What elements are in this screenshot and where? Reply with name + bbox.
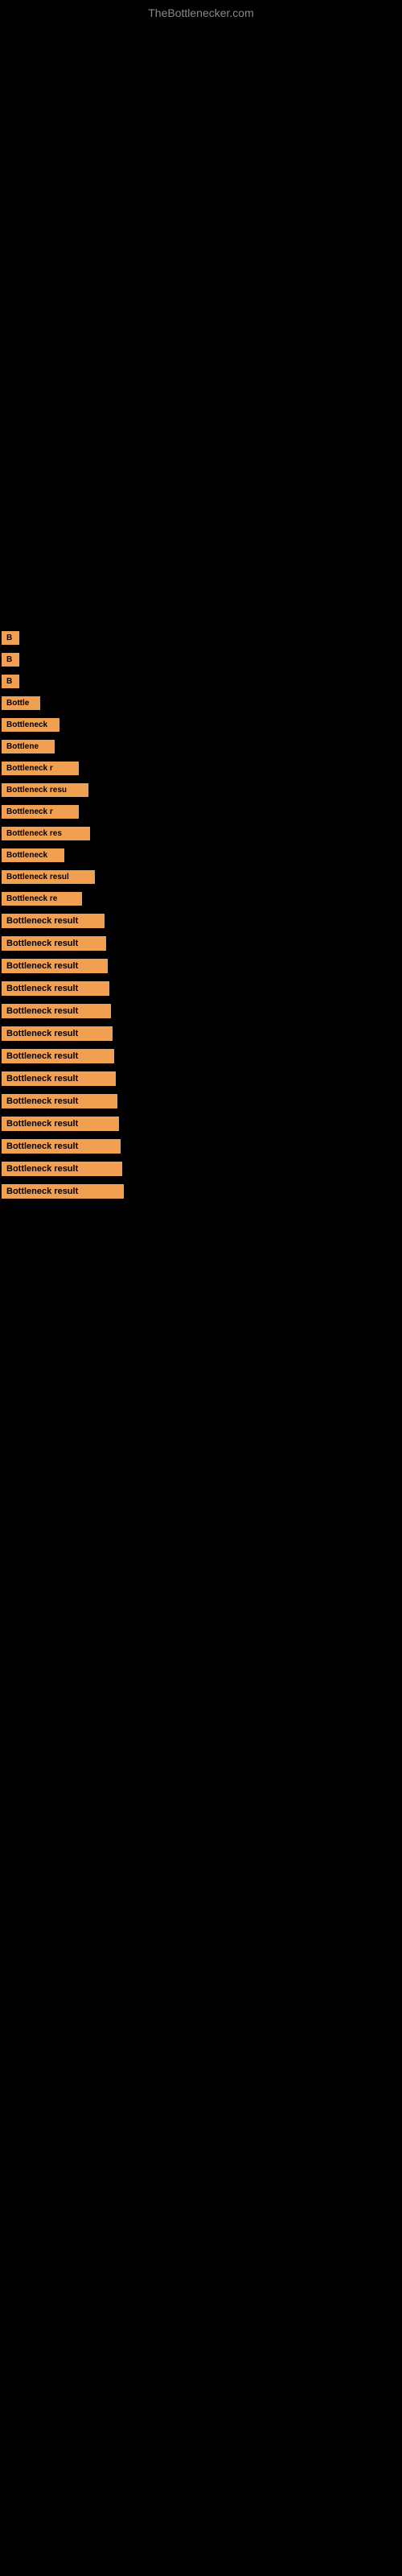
bottleneck-item: Bottleneck result [0,1091,402,1112]
bottleneck-label: Bottleneck result [2,914,105,928]
bottleneck-item: B [0,628,402,648]
bottleneck-label: Bottleneck result [2,1184,124,1199]
bottleneck-label: Bottleneck result [2,1026,113,1041]
bottleneck-label: Bottleneck result [2,1071,116,1086]
bottleneck-label: Bottleneck resul [2,870,95,884]
bottleneck-label: Bottleneck result [2,959,108,973]
bottleneck-label: Bottleneck result [2,1049,114,1063]
bottleneck-item: Bottleneck resu [0,780,402,800]
bottleneck-item: Bottle [0,693,402,713]
bottleneck-item: Bottleneck result [0,910,402,931]
bottleneck-item: Bottleneck result [0,956,402,976]
bottleneck-item: Bottleneck result [0,933,402,954]
bottleneck-label: Bottleneck result [2,936,106,951]
bottleneck-label: Bottlene [2,740,55,753]
bottleneck-label: Bottleneck re [2,892,82,906]
bottleneck-label: Bottleneck [2,718,59,732]
bottleneck-label: Bottleneck r [2,805,79,819]
bottleneck-item: Bottleneck result [0,1001,402,1022]
bottleneck-item: Bottleneck [0,715,402,735]
bottleneck-item: Bottleneck resul [0,867,402,887]
bottleneck-item: Bottleneck re [0,889,402,909]
bottleneck-item: Bottleneck r [0,802,402,822]
bottleneck-item: Bottleneck result [0,1136,402,1157]
bottleneck-item: Bottleneck res [0,824,402,844]
bottleneck-item: Bottleneck [0,845,402,865]
bottleneck-label: Bottleneck resu [2,783,88,797]
bottleneck-item: Bottleneck result [0,1023,402,1044]
bottleneck-label: Bottleneck r [2,762,79,775]
bottleneck-item: Bottleneck result [0,1113,402,1134]
bottleneck-item: Bottleneck result [0,978,402,999]
bottleneck-item: Bottleneck result [0,1046,402,1067]
bottleneck-label: Bottleneck [2,848,64,862]
bottleneck-item: Bottleneck result [0,1158,402,1179]
bottleneck-item: B [0,650,402,670]
bottleneck-items-container: BBBBottleBottleneckBottleneBottleneck rB… [0,628,402,1203]
bottleneck-label: Bottleneck res [2,827,90,840]
site-title: TheBottlenecker.com [0,0,402,26]
bottleneck-label: Bottleneck result [2,1162,122,1176]
bottleneck-label: Bottleneck result [2,1094,117,1108]
bottleneck-label: B [2,675,19,688]
bottleneck-item: Bottleneck r [0,758,402,778]
bottleneck-item: Bottleneck result [0,1068,402,1089]
bottleneck-label: Bottle [2,696,40,710]
bottleneck-item: Bottlene [0,737,402,757]
bottleneck-item: B [0,671,402,691]
bottleneck-label: Bottleneck result [2,1004,111,1018]
bottleneck-label: Bottleneck result [2,1117,119,1131]
bottleneck-label: Bottleneck result [2,1139,121,1154]
bottleneck-label: Bottleneck result [2,981,109,996]
bottleneck-label: B [2,631,19,645]
bottleneck-label: B [2,653,19,667]
bottleneck-item: Bottleneck result [0,1181,402,1202]
